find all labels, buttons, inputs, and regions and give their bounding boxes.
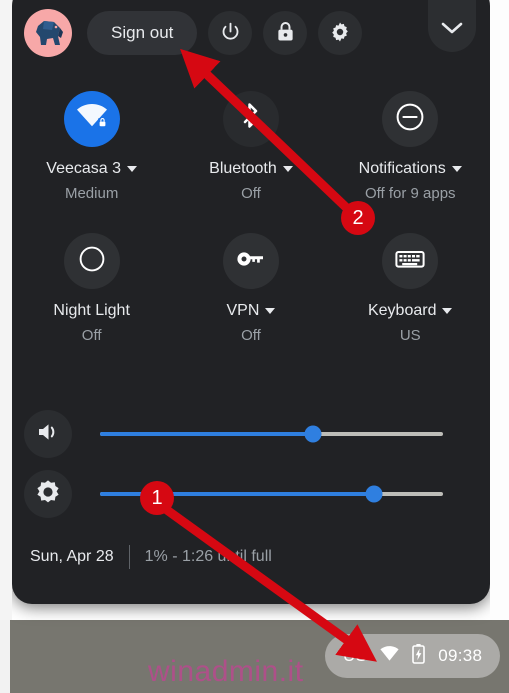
power-button[interactable] <box>208 11 253 55</box>
chevron-down-icon[interactable] <box>442 308 453 314</box>
feature-tile-notifications[interactable]: Notifications Off for 9 apps <box>331 82 490 202</box>
keyboard-tile-label-row: Keyboard <box>368 302 453 320</box>
notifications-tile-icon-circle[interactable] <box>382 91 439 147</box>
battery-charging-icon[interactable] <box>412 643 426 669</box>
feature-tile-grid: Veecasa 3 Medium Bluetooth Off Notificat… <box>12 82 490 344</box>
brightness-slider-track[interactable] <box>100 485 443 503</box>
volume-mute-button[interactable] <box>24 410 72 458</box>
chevron-down-icon[interactable] <box>451 166 462 172</box>
lock-icon <box>276 21 295 45</box>
screenshot-root: winadmin.it US 09:38 Sign out Veecasa 3 … <box>0 0 509 693</box>
feature-tile-row-1: Veecasa 3 Medium Bluetooth Off Notificat… <box>12 82 490 202</box>
feature-tile-night-light[interactable]: Night Light Off <box>12 224 171 344</box>
footer-date[interactable]: Sun, Apr 28 <box>30 548 114 566</box>
bluetooth-tile-sublabel: Off <box>241 185 261 202</box>
quick-settings-panel: Sign out Veecasa 3 Medium Bluetooth Off … <box>12 0 490 604</box>
collapse-panel-button[interactable] <box>428 0 476 52</box>
avatar[interactable] <box>24 9 72 57</box>
notifications-tile-label-row: Notifications <box>359 160 462 178</box>
notifications-tile-sublabel: Off for 9 apps <box>364 185 456 202</box>
volume-slider-row <box>12 404 490 464</box>
footer-battery-status[interactable]: 1% - 1:26 until full <box>145 548 272 566</box>
network-tile-icon-circle[interactable] <box>63 91 120 147</box>
sign-out-button[interactable]: Sign out <box>87 11 198 55</box>
bluetooth-tile-label: Bluetooth <box>209 160 277 177</box>
keyboard-tile-icon-circle[interactable] <box>382 233 439 289</box>
network-tile-sublabel: Medium <box>64 185 119 202</box>
panel-left-edge <box>0 0 12 620</box>
brightness-icon <box>35 479 61 510</box>
chevron-down-icon[interactable] <box>265 308 276 314</box>
brightness-button[interactable] <box>24 470 72 518</box>
power-icon <box>220 21 241 45</box>
bluetooth-tile-icon-circle[interactable] <box>222 91 279 147</box>
vpn-tile-label: VPN <box>226 302 260 319</box>
brightness-slider-row <box>12 464 490 524</box>
brightness-slider-fill <box>100 492 375 496</box>
notifications-tile-label: Notifications <box>358 160 446 177</box>
vpn-tile-icon-circle[interactable] <box>222 233 279 289</box>
night-light-tile-sublabel: Off <box>81 327 102 344</box>
keyboard-tile-label: Keyboard <box>367 302 437 319</box>
panel-footer: Sun, Apr 28 1% - 1:26 until full <box>12 534 490 580</box>
night-light-tile-label: Night Light <box>53 302 130 319</box>
status-tray-input-method[interactable]: US <box>343 646 367 666</box>
panel-header: Sign out <box>12 0 490 66</box>
chevron-down-icon[interactable] <box>127 166 138 172</box>
status-tray-clock[interactable]: 09:38 <box>438 646 482 666</box>
chevron-down-icon[interactable] <box>282 166 293 172</box>
lock-button[interactable] <box>263 11 308 55</box>
shelf-left-edge <box>0 620 10 693</box>
moon-icon <box>78 245 106 278</box>
do-not-disturb-icon <box>395 102 425 137</box>
status-tray[interactable]: US 09:38 <box>325 634 501 678</box>
vpn-tile-label-row: VPN <box>226 302 276 320</box>
panel-right-edge <box>490 0 509 620</box>
settings-button[interactable] <box>318 11 363 55</box>
wifi-icon[interactable] <box>380 646 399 666</box>
vpn-tile-sublabel: Off <box>241 327 261 344</box>
volume-slider-thumb[interactable] <box>304 425 322 443</box>
footer-divider <box>128 545 130 569</box>
bluetooth-icon <box>240 102 262 137</box>
network-tile-label: Veecasa 3 <box>46 160 122 177</box>
gear-icon <box>329 21 351 46</box>
feature-tile-keyboard[interactable]: Keyboard US <box>331 224 490 344</box>
wifi-locked-icon <box>75 103 109 136</box>
night-light-tile-label-row: Night Light <box>53 302 130 320</box>
brightness-slider-thumb[interactable] <box>365 485 383 503</box>
volume-up-icon <box>36 421 60 448</box>
feature-tile-bluetooth[interactable]: Bluetooth Off <box>171 82 330 202</box>
keyboard-icon <box>395 248 425 275</box>
bluetooth-tile-label-row: Bluetooth <box>209 160 293 178</box>
feature-tile-network[interactable]: Veecasa 3 Medium <box>12 82 171 202</box>
feature-tile-vpn[interactable]: VPN Off <box>171 224 330 344</box>
feature-tile-row-2: Night Light Off VPN Off Keyboard US <box>12 224 490 344</box>
keyboard-tile-sublabel: US <box>399 327 421 344</box>
night-light-tile-icon-circle[interactable] <box>63 233 120 289</box>
network-tile-label-row: Veecasa 3 <box>46 160 138 178</box>
key-icon <box>236 249 266 274</box>
volume-slider-fill <box>100 432 313 436</box>
chevron-down-icon <box>440 21 464 38</box>
elephant-avatar-icon <box>36 21 63 45</box>
volume-slider-track[interactable] <box>100 425 443 443</box>
